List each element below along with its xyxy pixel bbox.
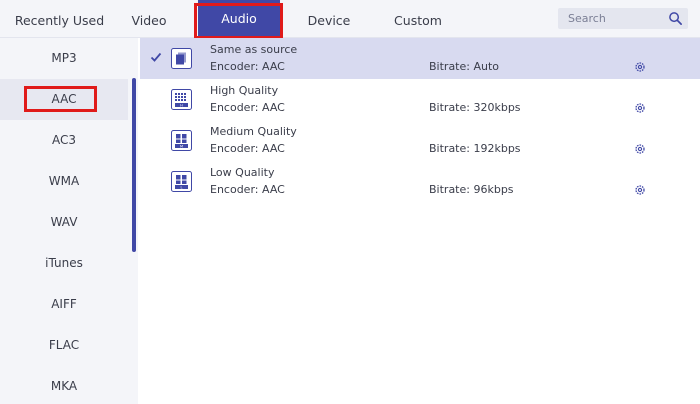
medium-quality-icon: M xyxy=(171,130,192,151)
preset-row-same-as-source[interactable]: Same as source Encoder: AAC Bitrate: Aut… xyxy=(140,38,700,79)
preset-bitrate: Bitrate: Auto xyxy=(429,60,500,73)
low-quality-icon: L xyxy=(171,171,192,192)
svg-text:H: H xyxy=(180,103,183,107)
same-as-source-icon xyxy=(171,48,192,69)
sidebar-item-label: MKA xyxy=(50,379,78,393)
tab-label: Recently Used xyxy=(14,13,105,28)
sidebar-item-label: WAV xyxy=(50,215,78,229)
preset-title: Medium Quality xyxy=(210,125,297,138)
svg-text:L: L xyxy=(180,185,182,189)
preset-row-high-quality[interactable]: H High Quality Encoder: AAC Bitrate: 320… xyxy=(140,79,700,120)
preset-bitrate: Bitrate: 320kbps xyxy=(429,101,521,114)
sidebar-item-aiff[interactable]: AIFF xyxy=(0,284,128,325)
format-sidebar: MP3 AAC AC3 WMA WAV iTunes AIFF FLAC MKA xyxy=(0,38,138,404)
sidebar-item-flac[interactable]: FLAC xyxy=(0,325,128,366)
high-quality-icon: H xyxy=(171,89,192,110)
preset-list: Same as source Encoder: AAC Bitrate: Aut… xyxy=(140,38,700,404)
sidebar-item-label: WMA xyxy=(48,174,80,188)
sidebar-item-label: FLAC xyxy=(48,338,80,352)
preset-title: High Quality xyxy=(210,84,279,97)
search-icon[interactable] xyxy=(668,11,683,26)
preset-bitrate: Bitrate: 96kbps xyxy=(429,183,514,196)
preset-encoder: Encoder: AAC xyxy=(210,142,285,155)
tab-audio[interactable]: Audio xyxy=(198,0,280,38)
sidebar-item-label: iTunes xyxy=(45,256,83,270)
sidebar-item-label: AC3 xyxy=(51,133,76,147)
tab-recently-used[interactable]: Recently Used xyxy=(8,0,111,38)
sidebar-item-itunes[interactable]: iTunes xyxy=(0,243,128,284)
preset-encoder: Encoder: AAC xyxy=(210,60,285,73)
svg-text:M: M xyxy=(180,144,183,148)
tab-video[interactable]: Video xyxy=(118,0,180,38)
sidebar-item-label: AIFF xyxy=(51,297,77,311)
tab-label: Device xyxy=(307,13,351,28)
sidebar-item-mka[interactable]: MKA xyxy=(0,366,128,404)
preset-title: Low Quality xyxy=(210,166,275,179)
preset-row-medium-quality[interactable]: M Medium Quality Encoder: AAC Bitrate: 1… xyxy=(140,120,700,161)
gear-icon[interactable] xyxy=(634,61,646,73)
tab-label: Custom xyxy=(394,13,442,28)
gear-icon[interactable] xyxy=(634,102,646,114)
preset-row-low-quality[interactable]: L Low Quality Encoder: AAC Bitrate: 96kb… xyxy=(140,161,700,202)
sidebar-item-aac[interactable]: AAC xyxy=(0,79,128,120)
checkmark-icon xyxy=(150,52,162,62)
tab-device[interactable]: Device xyxy=(296,0,362,38)
sidebar-item-label: AAC xyxy=(51,92,77,106)
gear-icon[interactable] xyxy=(634,143,646,155)
search-input[interactable] xyxy=(558,8,666,29)
tab-label: Audio xyxy=(221,11,257,26)
sidebar-item-ac3[interactable]: AC3 xyxy=(0,120,128,161)
gear-icon[interactable] xyxy=(634,184,646,196)
format-tab-bar: Recently Used Video Audio Device Custom xyxy=(0,0,700,38)
preset-encoder: Encoder: AAC xyxy=(210,183,285,196)
tab-label: Video xyxy=(131,13,167,28)
tab-custom[interactable]: Custom xyxy=(382,0,454,38)
preset-bitrate: Bitrate: 192kbps xyxy=(429,142,521,155)
sidebar-item-wav[interactable]: WAV xyxy=(0,202,128,243)
sidebar-item-mp3[interactable]: MP3 xyxy=(0,38,128,79)
sidebar-scrollbar[interactable] xyxy=(132,78,136,252)
sidebar-item-label: MP3 xyxy=(51,51,77,65)
search-box xyxy=(558,8,688,29)
sidebar-item-wma[interactable]: WMA xyxy=(0,161,128,202)
preset-title: Same as source xyxy=(210,43,298,56)
preset-encoder: Encoder: AAC xyxy=(210,101,285,114)
